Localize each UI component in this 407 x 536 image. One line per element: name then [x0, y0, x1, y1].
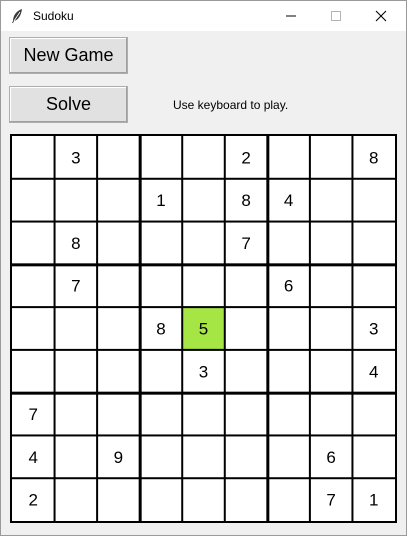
maximize-button[interactable] — [313, 1, 359, 31]
sudoku-cell[interactable] — [310, 308, 352, 349]
sudoku-cell[interactable] — [141, 479, 182, 521]
sudoku-cell[interactable] — [269, 136, 309, 178]
sudoku-cell[interactable] — [12, 308, 54, 349]
sudoku-cell[interactable] — [98, 266, 139, 307]
sudoku-cell[interactable] — [225, 479, 267, 521]
sudoku-cell[interactable] — [55, 179, 97, 221]
sudoku-cell[interactable] — [353, 179, 395, 221]
sudoku-cell[interactable] — [225, 266, 267, 307]
cell-value: 7 — [71, 277, 80, 296]
cell-value: 4 — [284, 191, 293, 210]
cell-value: 3 — [199, 362, 208, 381]
sudoku-cell[interactable] — [310, 350, 352, 392]
cell-value: 9 — [114, 448, 123, 467]
sudoku-cell[interactable] — [98, 394, 139, 435]
cell-value: 8 — [241, 191, 250, 210]
sudoku-cell[interactable] — [353, 436, 395, 478]
sudoku-cell[interactable] — [12, 222, 54, 264]
sudoku-cell[interactable] — [269, 436, 309, 478]
minimize-button[interactable] — [268, 1, 314, 31]
sudoku-cell[interactable] — [310, 136, 352, 178]
sudoku-cell[interactable] — [183, 136, 224, 178]
close-button[interactable] — [358, 1, 404, 31]
new-game-button[interactable]: New Game — [9, 37, 128, 74]
sudoku-grid: 3 2 8 1 8 4 8 7 7 6 8 5 3 3 4 7 4 9 6 2 7 1 — [10, 134, 397, 523]
sudoku-cell[interactable] — [55, 308, 97, 349]
sudoku-cell[interactable] — [183, 266, 224, 307]
sudoku-cell[interactable] — [353, 222, 395, 264]
title-bar[interactable]: Sudoku — [1, 1, 406, 31]
cell-value: 7 — [29, 405, 38, 424]
sudoku-cell[interactable] — [12, 266, 54, 307]
window-title: Sudoku — [33, 9, 74, 23]
feather-icon — [12, 9, 22, 23]
sudoku-cell[interactable] — [12, 136, 54, 178]
sudoku-window: Sudoku New Game Solve Use keyboard to pl… — [0, 0, 407, 536]
sudoku-cell[interactable] — [269, 222, 309, 264]
sudoku-cell[interactable] — [310, 179, 352, 221]
sudoku-cell[interactable] — [225, 308, 267, 349]
sudoku-cell[interactable] — [310, 222, 352, 264]
sudoku-cell[interactable] — [141, 266, 182, 307]
sudoku-cell[interactable] — [141, 136, 182, 178]
sudoku-cell[interactable] — [12, 179, 54, 221]
sudoku-cell[interactable] — [269, 308, 309, 349]
cell-value: 8 — [71, 234, 80, 253]
sudoku-cell[interactable] — [183, 222, 224, 264]
cell-value: 6 — [284, 277, 293, 296]
sudoku-cell[interactable] — [141, 394, 182, 435]
sudoku-cell[interactable] — [98, 350, 139, 392]
sudoku-cell[interactable] — [269, 479, 309, 521]
sudoku-cell[interactable] — [98, 222, 139, 264]
sudoku-board: 3 2 8 1 8 4 8 7 7 6 8 5 3 3 4 7 4 9 6 2 7 1 — [10, 134, 397, 523]
sudoku-cell[interactable] — [310, 394, 352, 435]
sudoku-cell[interactable] — [183, 394, 224, 435]
sudoku-cell[interactable] — [98, 479, 139, 521]
sudoku-cell[interactable] — [353, 394, 395, 435]
cell-value: 3 — [71, 148, 80, 167]
sudoku-cell[interactable] — [98, 179, 139, 221]
cell-value: 4 — [29, 448, 38, 467]
sudoku-cell[interactable] — [98, 308, 139, 349]
cell-value: 2 — [241, 148, 250, 167]
cell-value: 7 — [241, 234, 250, 253]
sudoku-cell[interactable] — [141, 222, 182, 264]
sudoku-cell[interactable] — [269, 394, 309, 435]
sudoku-cell[interactable] — [55, 479, 97, 521]
sudoku-cell[interactable] — [98, 136, 139, 178]
minimize-icon — [286, 15, 296, 17]
sudoku-cell[interactable] — [225, 350, 267, 392]
sudoku-cell[interactable] — [225, 436, 267, 478]
sudoku-cell[interactable] — [183, 179, 224, 221]
keyboard-hint: Use keyboard to play. — [173, 98, 289, 112]
cell-value: 1 — [369, 491, 378, 510]
cell-value: 8 — [369, 148, 378, 167]
cell-value: 7 — [326, 491, 335, 510]
sudoku-cell[interactable] — [141, 350, 182, 392]
sudoku-cell[interactable] — [353, 266, 395, 307]
cell-value: 4 — [369, 362, 378, 381]
solve-button[interactable]: Solve — [9, 86, 128, 123]
cell-value: 6 — [326, 448, 335, 467]
sudoku-cell[interactable] — [55, 436, 97, 478]
sudoku-cell[interactable] — [55, 394, 97, 435]
cell-value: 5 — [199, 320, 208, 339]
cell-value: 8 — [156, 320, 165, 339]
sudoku-cell[interactable] — [269, 350, 309, 392]
sudoku-cell[interactable] — [12, 350, 54, 392]
sudoku-cell[interactable] — [225, 394, 267, 435]
sudoku-cell[interactable] — [141, 436, 182, 478]
cell-value: 1 — [156, 191, 165, 210]
sudoku-cell[interactable] — [55, 350, 97, 392]
sudoku-cell[interactable] — [183, 436, 224, 478]
cell-value: 2 — [29, 491, 38, 510]
sudoku-cell[interactable] — [310, 266, 352, 307]
sudoku-cell[interactable] — [183, 479, 224, 521]
close-icon — [375, 10, 387, 22]
maximize-icon — [331, 11, 341, 21]
cell-value: 3 — [369, 320, 378, 339]
